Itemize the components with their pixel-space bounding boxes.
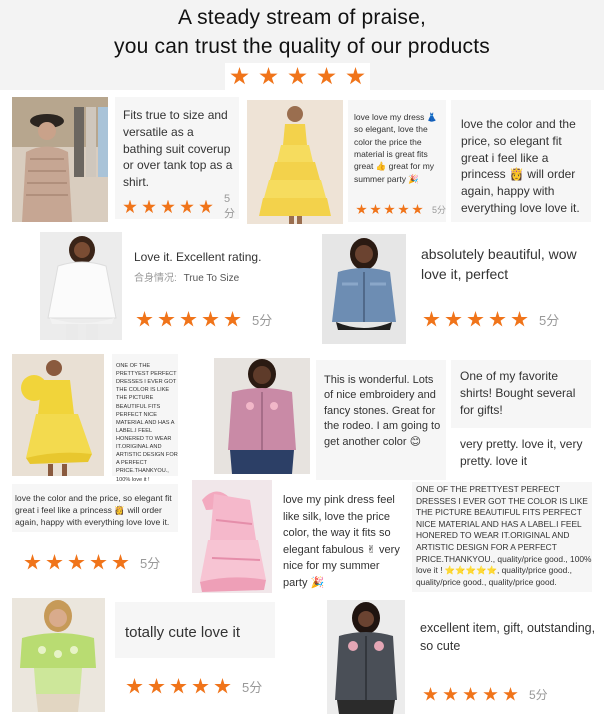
review-text: Fits true to size and versatile as a bat…	[123, 108, 233, 190]
rating-score: 5分	[140, 556, 161, 571]
rating-score: 5分	[539, 313, 560, 328]
star-icon	[148, 678, 165, 694]
review-text-secondary: very pretty. love it, very pretty. love …	[460, 437, 583, 468]
review-text: love love my dress 👗 so elegant, love th…	[354, 112, 438, 184]
product-photo-lime-lace-top	[12, 598, 105, 712]
star-icon	[214, 678, 231, 694]
review-text: absolutely beautiful, wow love it, perfe…	[421, 246, 577, 282]
review-text: love my pink dress feel like silk, love …	[283, 494, 400, 589]
star-icon	[346, 67, 365, 85]
review-text: ONE OF THE PRETTYEST PERFECT DRESSES I E…	[116, 363, 178, 483]
product-photo-pink-ruffle-dress	[192, 480, 272, 593]
headline-line-2: you can trust the quality of our product…	[114, 35, 490, 58]
star-icon	[443, 687, 458, 701]
review-text: totally cute love it	[125, 624, 241, 641]
review-text: This is wonderful. Lots of nice embroide…	[324, 374, 441, 448]
fit-label: 合身情况:	[134, 273, 177, 284]
review-card: One of my favorite shirts! Bought severa…	[451, 360, 591, 428]
star-icon	[202, 311, 219, 327]
review-card: love the color and the price, so elegant…	[451, 100, 591, 222]
star-icon	[483, 687, 498, 701]
product-photo-yellow-tiered-dress	[247, 100, 343, 224]
star-icon	[180, 311, 197, 327]
star-icon	[230, 67, 249, 85]
star-icon	[46, 554, 63, 570]
star-icon	[317, 67, 336, 85]
star-icon	[503, 687, 518, 701]
rating-score: 5分	[242, 680, 263, 695]
review-text: love the color and the price, so elegant…	[461, 117, 580, 215]
fit-value: True To Size	[183, 273, 240, 284]
star-icon	[467, 311, 484, 327]
rating-stars: 5分	[356, 203, 446, 216]
rating-stars: 5分	[423, 686, 548, 703]
star-icon	[423, 687, 438, 701]
star-icon	[68, 554, 85, 570]
rating-score: 5分	[432, 205, 447, 215]
star-icon	[412, 204, 423, 215]
star-icon	[370, 204, 381, 215]
header-rating-stars	[225, 63, 370, 90]
star-icon	[170, 678, 187, 694]
review-card: This is wonderful. Lots of nice embroide…	[316, 360, 446, 480]
review-text: ONE OF THE PRETTYEST PERFECT DRESSES I E…	[416, 484, 592, 587]
star-icon	[398, 204, 409, 215]
product-photo-denim-shirt	[322, 234, 406, 344]
star-icon	[142, 199, 156, 214]
product-photo-yellow-ruffle-dress	[12, 354, 104, 476]
review-card: totally cute love it	[115, 602, 275, 658]
star-icon	[224, 311, 241, 327]
rating-stars: 5分	[423, 310, 559, 329]
star-icon	[288, 67, 307, 85]
star-icon	[123, 199, 137, 214]
star-icon	[192, 678, 209, 694]
star-icon	[24, 554, 41, 570]
star-icon	[161, 199, 175, 214]
review-card: ONE OF THE PRETTYEST PERFECT DRESSES I E…	[412, 482, 592, 592]
star-icon	[199, 199, 213, 214]
star-icon	[136, 311, 153, 327]
review-text: One of my favorite shirts! Bought severa…	[460, 369, 576, 417]
star-icon	[384, 204, 395, 215]
headline-line-1: A steady stream of praise,	[178, 6, 426, 29]
star-icon	[259, 67, 278, 85]
review-card: love love my dress 👗 so elegant, love th…	[348, 100, 446, 222]
product-photo-knit-top	[12, 97, 108, 222]
rating-stars: 5分	[123, 193, 240, 221]
star-icon	[511, 311, 528, 327]
star-icon	[463, 687, 478, 701]
star-icon	[90, 554, 107, 570]
rating-score: 5分	[224, 193, 235, 220]
star-icon	[445, 311, 462, 327]
fit-info: 合身情况: True To Size	[134, 269, 239, 284]
star-icon	[158, 311, 175, 327]
product-photo-pink-embroidered-shirt	[214, 358, 310, 474]
review-card: love the color and the price, so elegant…	[12, 484, 178, 532]
rating-stars: 5分	[24, 553, 160, 572]
product-photo-white-blouse	[40, 232, 122, 340]
star-icon	[112, 554, 129, 570]
review-text: Love it. Excellent rating.	[134, 250, 262, 264]
review-card: ONE OF THE PRETTYEST PERFECT DRESSES I E…	[112, 354, 178, 483]
star-icon	[180, 199, 194, 214]
star-icon	[489, 311, 506, 327]
rating-score: 5分	[529, 688, 548, 702]
review-card: Fits true to size and versatile as a bat…	[115, 97, 240, 221]
star-icon	[356, 204, 367, 215]
star-icon	[423, 311, 440, 327]
star-icon	[126, 678, 143, 694]
rating-stars: 5分	[136, 310, 272, 329]
rating-stars: 5分	[126, 677, 262, 696]
rating-score: 5分	[252, 313, 273, 328]
review-text: love the color and the price, so elegant…	[15, 493, 172, 528]
review-text: excellent item, gift, outstanding, so cu…	[420, 621, 596, 653]
product-photo-denim-embroidered-jacket	[327, 600, 405, 714]
